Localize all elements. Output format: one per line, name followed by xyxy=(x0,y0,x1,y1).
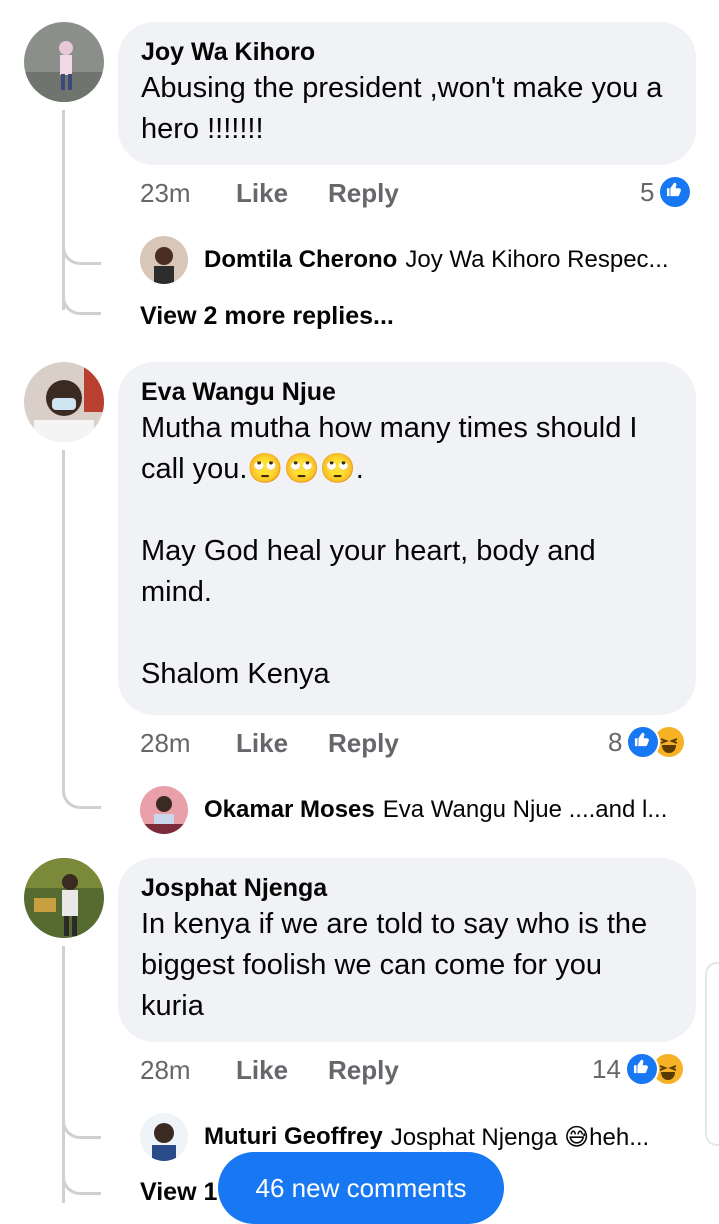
reply-button[interactable]: Reply xyxy=(328,178,399,209)
reply-text: Joy Wa Kihoro Respec... xyxy=(405,246,669,273)
avatar[interactable] xyxy=(140,236,188,284)
comment-time[interactable]: 23m xyxy=(140,178,236,209)
reaction-count: 14 xyxy=(592,1053,621,1084)
reply-text: Eva Wangu Njue ....and l... xyxy=(382,796,668,823)
reply-preview[interactable]: Okamar Moses Eva Wangu Njue ....and l... xyxy=(140,786,667,834)
like-button[interactable]: Like xyxy=(236,728,328,759)
reply-button[interactable]: Reply xyxy=(328,728,399,759)
reaction-summary[interactable]: 5 xyxy=(640,175,693,209)
thread-line xyxy=(62,450,65,790)
comment-actions: 23m Like Reply xyxy=(140,178,399,209)
comment-actions: 28m Like Reply xyxy=(140,728,399,759)
reply-text: Josphat Njenga 😅heh... xyxy=(390,1123,650,1151)
reply-preview[interactable]: Domtila Cherono Joy Wa Kihoro Respec... xyxy=(140,236,669,284)
comment-author[interactable]: Josphat Njenga xyxy=(141,872,672,904)
thread-branch xyxy=(62,280,101,315)
comment-time[interactable]: 28m xyxy=(140,728,236,759)
comment-author[interactable]: Joy Wa Kihoro xyxy=(141,36,672,68)
comment-text: Mutha mutha how many times should I call… xyxy=(141,412,638,690)
comment-bubble: Eva Wangu Njue Mutha mutha how many time… xyxy=(118,362,696,715)
reply-author[interactable]: Muturi Geoffrey xyxy=(204,1123,383,1151)
avatar[interactable] xyxy=(24,22,104,102)
like-button[interactable]: Like xyxy=(236,178,328,209)
thread-branch xyxy=(62,774,101,809)
avatar[interactable] xyxy=(24,362,104,442)
like-reaction-icon xyxy=(658,175,693,209)
reaction-summary[interactable]: 14 xyxy=(592,1052,683,1086)
view-more-replies-link[interactable]: View 2 more replies... xyxy=(140,302,394,331)
thread-branch xyxy=(62,1160,101,1195)
avatar[interactable] xyxy=(140,786,188,834)
thread-branch xyxy=(62,1104,101,1139)
reply-author[interactable]: Domtila Cherono xyxy=(204,246,397,274)
scrollbar[interactable] xyxy=(705,962,719,1146)
like-reaction-icon xyxy=(624,1052,659,1086)
like-button[interactable]: Like xyxy=(236,1055,328,1086)
reply-author[interactable]: Okamar Moses xyxy=(204,796,375,824)
reaction-count: 5 xyxy=(640,176,655,207)
comment-text: In kenya if we are told to say who is th… xyxy=(141,908,656,1022)
reaction-summary[interactable]: 8 xyxy=(608,725,685,759)
reply-button[interactable]: Reply xyxy=(328,1055,399,1086)
comment-author[interactable]: Eva Wangu Njue xyxy=(141,376,672,408)
avatar[interactable] xyxy=(140,1113,188,1161)
comment-bubble: Josphat Njenga In kenya if we are told t… xyxy=(118,858,696,1042)
avatar[interactable] xyxy=(24,858,104,938)
reaction-count: 8 xyxy=(608,726,623,757)
comment-actions: 28m Like Reply xyxy=(140,1055,399,1086)
new-comments-button[interactable]: 46 new comments xyxy=(218,1152,504,1224)
comment-text: Abusing the president ,won't make you a … xyxy=(141,72,671,145)
thread-branch xyxy=(62,230,101,265)
comment-bubble: Joy Wa Kihoro Abusing the president ,won… xyxy=(118,22,696,165)
comment-time[interactable]: 28m xyxy=(140,1055,236,1086)
